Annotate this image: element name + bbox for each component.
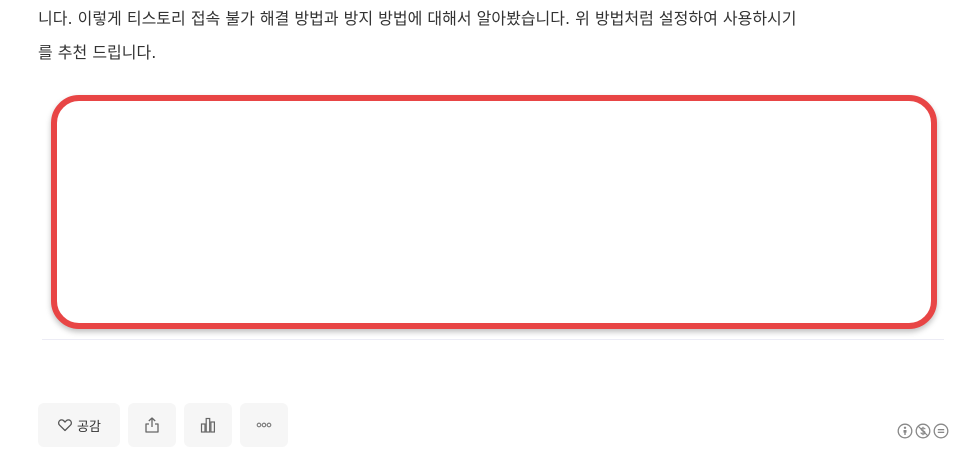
more-icon <box>255 416 273 434</box>
like-label: 공감 <box>77 419 101 435</box>
red-highlight-box <box>51 95 937 329</box>
article-text-line: 니다. 이렇게 티스토리 접속 불가 해결 방법과 방지 방법에 대해서 알아봤… <box>38 9 797 28</box>
cc-license[interactable] <box>897 423 949 439</box>
more-button[interactable] <box>240 403 288 447</box>
cc-noncommercial-icon <box>915 423 931 439</box>
cc-attribution-icon <box>897 423 913 439</box>
like-button[interactable]: 공감 <box>38 403 120 447</box>
heart-icon <box>57 417 73 433</box>
article-body-text: 니다. 이렇게 티스토리 접속 불가 해결 방법과 방지 방법에 대해서 알아봤… <box>38 2 950 70</box>
stats-button[interactable] <box>184 403 232 447</box>
share-button[interactable] <box>128 403 176 447</box>
post-action-bar: 공감 <box>38 403 288 447</box>
article-text-line: 를 추천 드립니다. <box>38 43 157 62</box>
cc-noderivs-icon <box>933 423 949 439</box>
bar-chart-icon <box>199 416 217 434</box>
share-icon <box>143 416 161 434</box>
